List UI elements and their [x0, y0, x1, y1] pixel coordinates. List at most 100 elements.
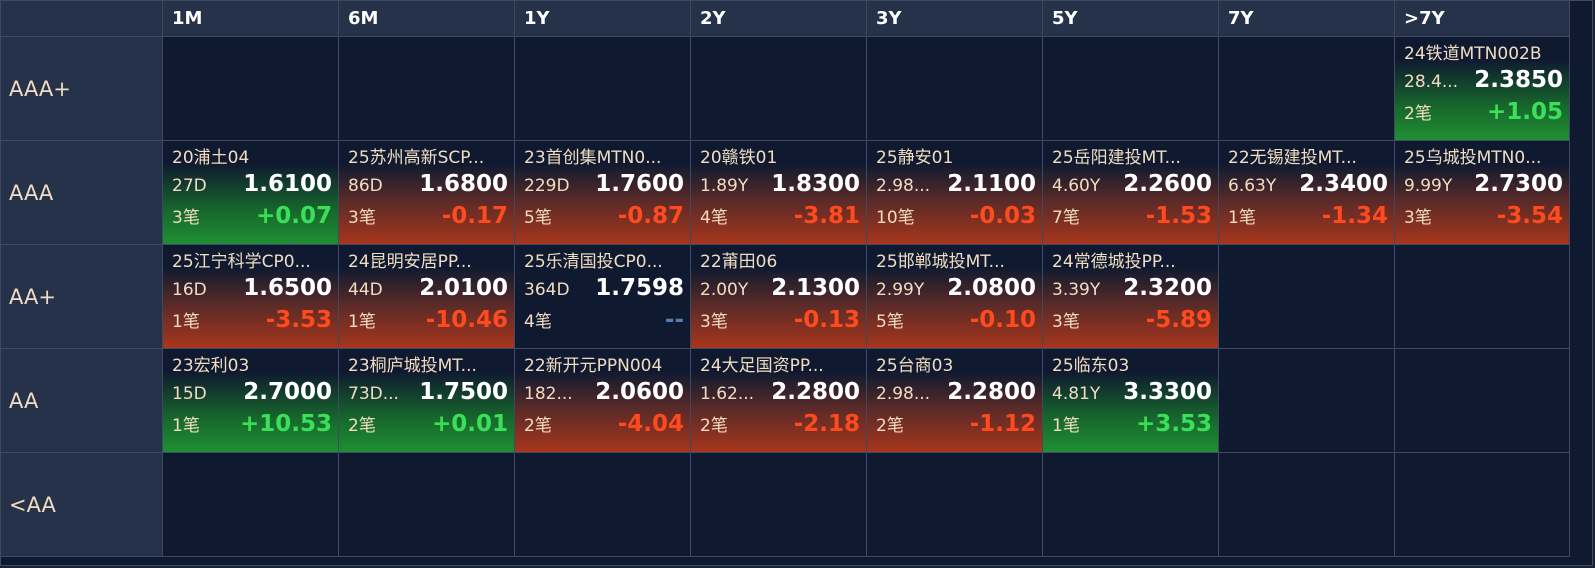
bond-tile[interactable]: 20浦土04 27D 1.6100 3笔 +0.07: [163, 141, 338, 244]
matrix-cell[interactable]: [1395, 349, 1570, 453]
matrix-cell: 22新开元PPN004 182... 2.0600 2笔 -4.04: [515, 349, 691, 453]
bond-name: 22莆田06: [700, 252, 778, 272]
row-header-aaa[interactable]: AAA: [1, 141, 163, 245]
matrix-cell: 23桐庐城投MT... 73D... 1.7500 2笔 +0.01: [339, 349, 515, 453]
row-header-below-aa[interactable]: <AA: [1, 453, 163, 557]
trade-yield: 1.7598: [595, 275, 684, 301]
bond-tile[interactable]: 25邯郸城投MT... 2.99Y 2.0800 5笔 -0.10: [867, 245, 1042, 348]
bond-tile[interactable]: 20赣铁01 1.89Y 1.8300 4笔 -3.81: [691, 141, 866, 244]
bond-tile[interactable]: 25临东03 4.81Y 3.3300 1笔 +3.53: [1043, 349, 1218, 452]
yield-change-bp: -0.03: [969, 203, 1036, 229]
bond-name: 24铁道MTN002B: [1404, 44, 1542, 64]
trade-yield: 2.1300: [771, 275, 860, 301]
remaining-term: 182...: [524, 384, 573, 404]
column-header-2y[interactable]: 2Y: [691, 1, 867, 37]
column-header-7y[interactable]: 7Y: [1219, 1, 1395, 37]
bond-name: 22无锡建投MT...: [1228, 148, 1357, 168]
matrix-cell[interactable]: [1043, 453, 1219, 557]
yield-change-bp: -4.04: [617, 411, 684, 437]
bond-name: 23首创集MTN0...: [524, 148, 662, 168]
matrix-cell[interactable]: [163, 453, 339, 557]
yield-change-bp: -0.87: [617, 203, 684, 229]
matrix-cell[interactable]: [1219, 453, 1395, 557]
matrix-cell[interactable]: [867, 37, 1043, 141]
bond-tile[interactable]: 24昆明安居PP... 44D 2.0100 1笔 -10.46: [339, 245, 514, 348]
trade-count: 3笔: [1052, 312, 1080, 332]
trade-count: 10笔: [876, 208, 915, 228]
trade-count: 3笔: [348, 208, 376, 228]
matrix-cell: 23首创集MTN0... 229D 1.7600 5笔 -0.87: [515, 141, 691, 245]
remaining-term: 1.62...: [700, 384, 755, 404]
column-header-3y[interactable]: 3Y: [867, 1, 1043, 37]
yield-change-bp: -1.12: [969, 411, 1036, 437]
bond-tile[interactable]: 23桐庐城投MT... 73D... 1.7500 2笔 +0.01: [339, 349, 514, 452]
yield-change-bp: +3.53: [1135, 411, 1212, 437]
yield-change-bp: -2.18: [793, 411, 860, 437]
column-header-over-7y[interactable]: >7Y: [1395, 1, 1570, 37]
column-header-1m[interactable]: 1M: [163, 1, 339, 37]
matrix-cell[interactable]: [1219, 245, 1395, 349]
bond-tile[interactable]: 24常德城投PP... 3.39Y 2.3200 3笔 -5.89: [1043, 245, 1218, 348]
matrix-cell[interactable]: [691, 37, 867, 141]
bond-name: 22新开元PPN004: [524, 356, 663, 376]
matrix-cell[interactable]: [1395, 453, 1570, 557]
bond-tile[interactable]: 22莆田06 2.00Y 2.1300 3笔 -0.13: [691, 245, 866, 348]
bond-name: 24常德城投PP...: [1052, 252, 1176, 272]
bond-tile[interactable]: 22新开元PPN004 182... 2.0600 2笔 -4.04: [515, 349, 690, 452]
row-header-aa[interactable]: AA: [1, 349, 163, 453]
bond-tile[interactable]: 25苏州高新SCP... 86D 1.6800 3笔 -0.17: [339, 141, 514, 244]
matrix-cell[interactable]: [339, 37, 515, 141]
bond-tile[interactable]: 25江宁科学CP0... 16D 1.6500 1笔 -3.53: [163, 245, 338, 348]
matrix-cell: 22无锡建投MT... 6.63Y 2.3400 1笔 -1.34: [1219, 141, 1395, 245]
matrix-cell: 24大足国资PP... 1.62... 2.2800 2笔 -2.18: [691, 349, 867, 453]
bond-tile[interactable]: 23宏利03 15D 2.7000 1笔 +10.53: [163, 349, 338, 452]
matrix-cell[interactable]: [515, 453, 691, 557]
bond-name: 25乌城投MTN0...: [1404, 148, 1542, 168]
matrix-cell[interactable]: [691, 453, 867, 557]
trade-yield: 1.6800: [419, 171, 508, 197]
bond-tile[interactable]: 24铁道MTN002B 28.4... 2.3850 2笔 +1.05: [1395, 37, 1569, 140]
column-header-5y[interactable]: 5Y: [1043, 1, 1219, 37]
matrix-cell[interactable]: [867, 453, 1043, 557]
trade-count: 2笔: [700, 416, 728, 436]
yield-change-bp: +1.05: [1486, 99, 1563, 125]
trade-yield: 2.1100: [947, 171, 1036, 197]
remaining-term: 15D: [172, 384, 207, 404]
matrix-cell[interactable]: [515, 37, 691, 141]
bond-tile[interactable]: 25静安01 2.98... 2.1100 10笔 -0.03: [867, 141, 1042, 244]
matrix-cell[interactable]: [1219, 37, 1395, 141]
bond-name: 25岳阳建投MT...: [1052, 148, 1181, 168]
matrix-cell: 24铁道MTN002B 28.4... 2.3850 2笔 +1.05: [1395, 37, 1570, 141]
yield-change-bp: +0.01: [431, 411, 508, 437]
bond-tile[interactable]: 23首创集MTN0... 229D 1.7600 5笔 -0.87: [515, 141, 690, 244]
matrix-cell: 20浦土04 27D 1.6100 3笔 +0.07: [163, 141, 339, 245]
trade-count: 5笔: [876, 312, 904, 332]
yield-change-bp: +10.53: [239, 411, 332, 437]
trade-yield: 1.7600: [595, 171, 684, 197]
yield-change-bp: -5.89: [1145, 307, 1212, 333]
row-header-aa-plus[interactable]: AA+: [1, 245, 163, 349]
column-header-1y[interactable]: 1Y: [515, 1, 691, 37]
bond-tile[interactable]: 24大足国资PP... 1.62... 2.2800 2笔 -2.18: [691, 349, 866, 452]
matrix-cell[interactable]: [1043, 37, 1219, 141]
bond-tile[interactable]: 25台商03 2.98... 2.2800 2笔 -1.12: [867, 349, 1042, 452]
yield-change-bp: -3.54: [1496, 203, 1563, 229]
matrix-cell: 25乐清国投CP0... 364D 1.7598 4笔 --: [515, 245, 691, 349]
matrix-cell[interactable]: [163, 37, 339, 141]
bond-tile[interactable]: 22无锡建投MT... 6.63Y 2.3400 1笔 -1.34: [1219, 141, 1394, 244]
rating-term-matrix: 1M 6M 1Y 2Y 3Y 5Y 7Y >7Y AAA+ 24铁道MTN002B…: [0, 0, 1593, 566]
matrix-cell[interactable]: [1219, 349, 1395, 453]
bond-name: 25苏州高新SCP...: [348, 148, 485, 168]
yield-change-bp: -3.53: [265, 307, 332, 333]
remaining-term: 2.99Y: [876, 280, 925, 300]
bond-tile[interactable]: 25岳阳建投MT... 4.60Y 2.2600 7笔 -1.53: [1043, 141, 1218, 244]
bond-name: 24大足国资PP...: [700, 356, 824, 376]
remaining-term: 6.63Y: [1228, 176, 1277, 196]
bond-tile[interactable]: 25乌城投MTN0... 9.99Y 2.7300 3笔 -3.54: [1395, 141, 1569, 244]
remaining-term: 3.39Y: [1052, 280, 1101, 300]
bond-tile[interactable]: 25乐清国投CP0... 364D 1.7598 4笔 --: [515, 245, 690, 348]
matrix-cell[interactable]: [339, 453, 515, 557]
row-header-aaa-plus[interactable]: AAA+: [1, 37, 163, 141]
column-header-6m[interactable]: 6M: [339, 1, 515, 37]
matrix-cell[interactable]: [1395, 245, 1570, 349]
